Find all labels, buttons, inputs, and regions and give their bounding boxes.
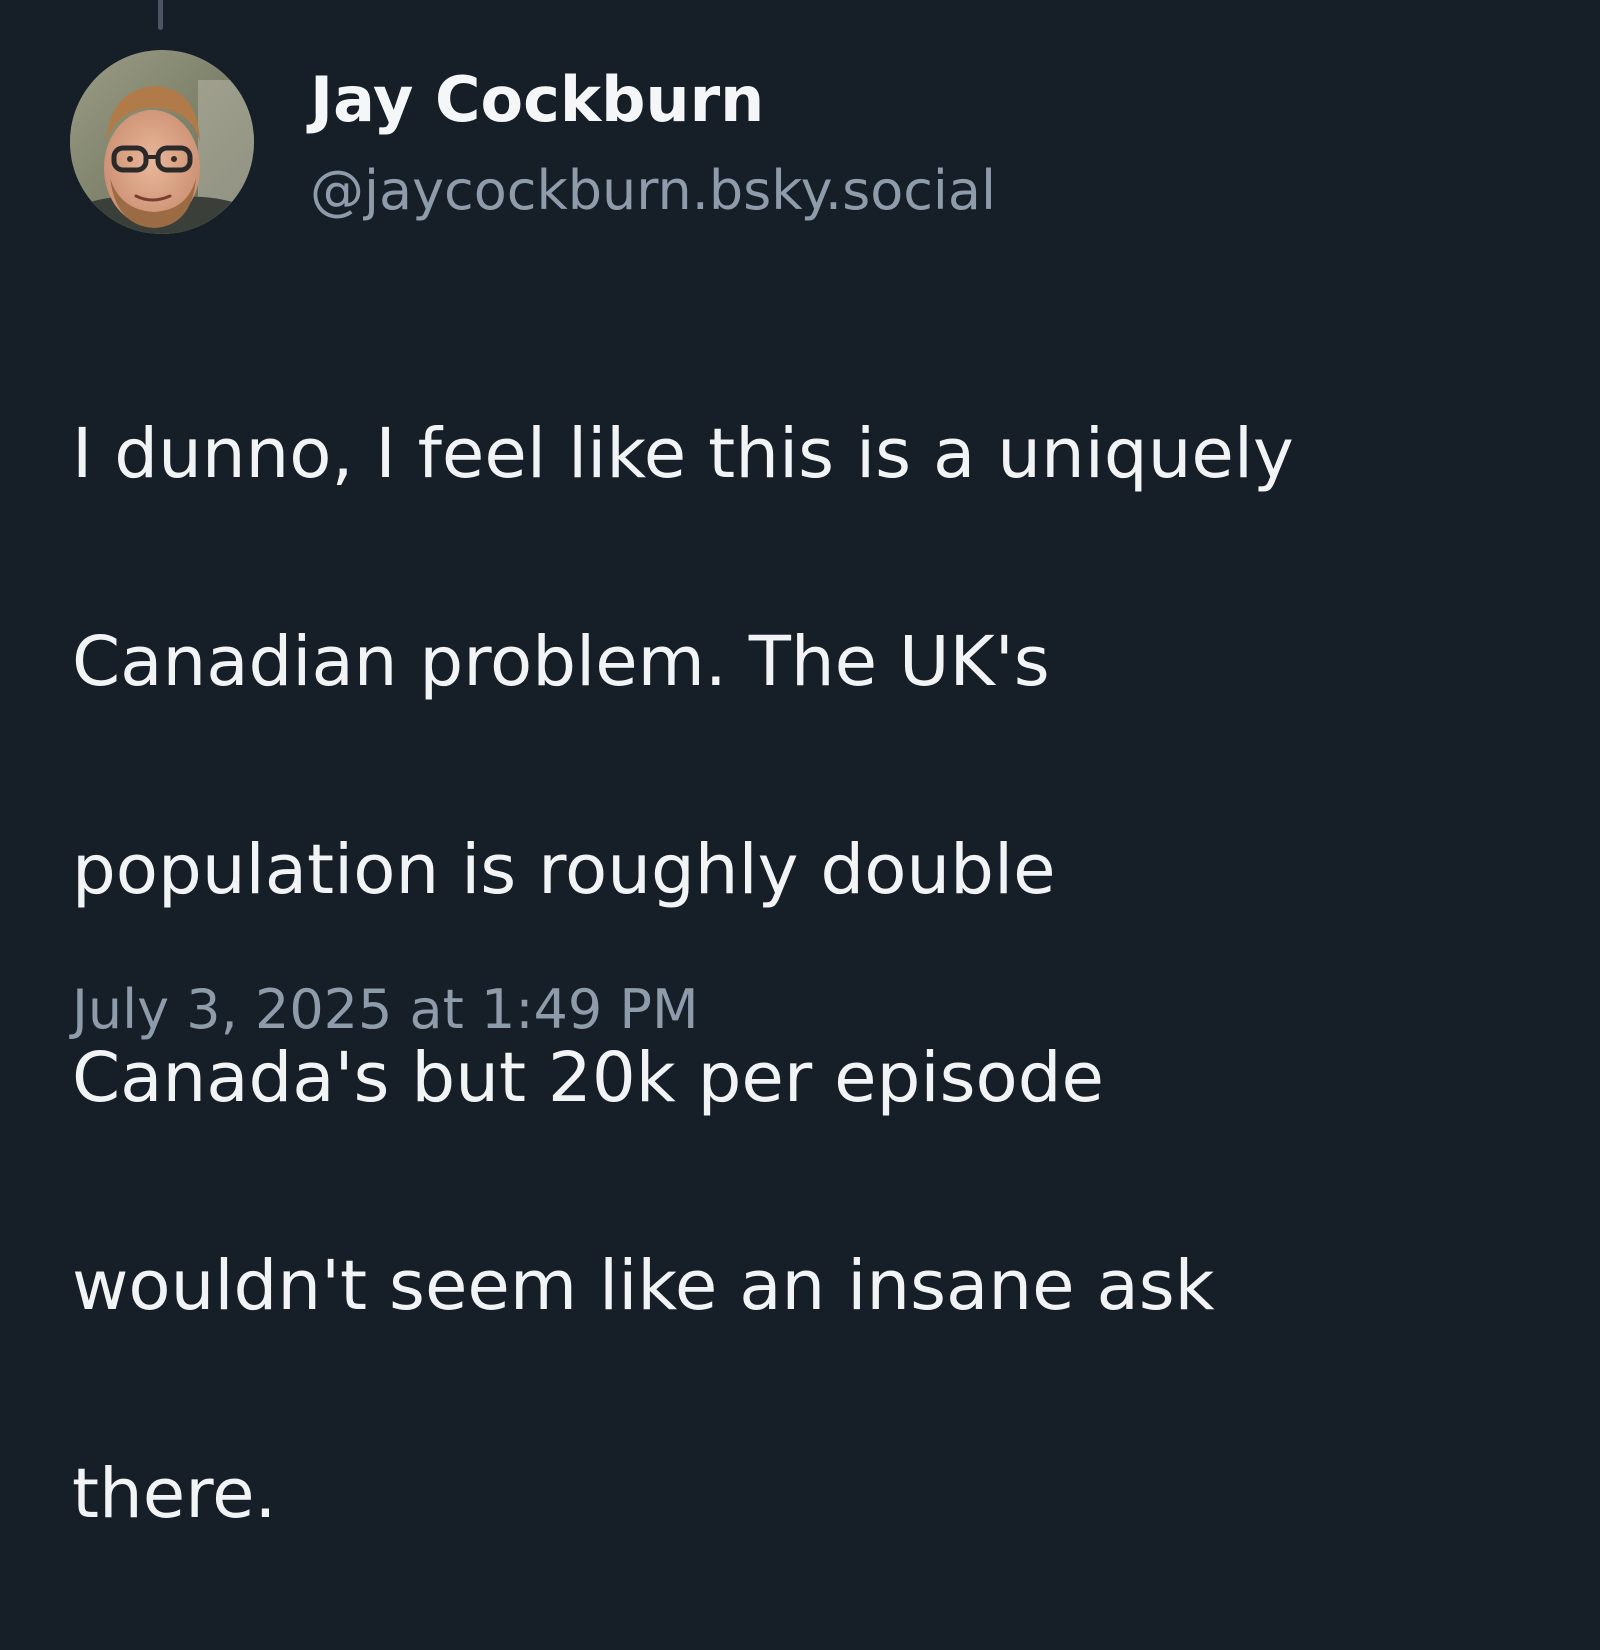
- user-avatar-photo-icon: [70, 50, 254, 234]
- author-display-name[interactable]: Jay Cockburn: [310, 60, 764, 140]
- thread-connector-line: [158, 0, 163, 30]
- post-card: Jay Cockburn @jaycockburn.bsky.social I …: [0, 0, 1600, 1534]
- avatar[interactable]: [70, 50, 254, 234]
- post-body-line: I dunno, I feel like this is a uniquely: [72, 414, 1294, 494]
- post-timestamp[interactable]: July 3, 2025 at 1:49 PM: [72, 975, 699, 1045]
- post-body-line: population is roughly double: [72, 830, 1056, 910]
- post-body-line: Canadian problem. The UK's: [72, 622, 1050, 702]
- author-handle[interactable]: @jaycockburn.bsky.social: [310, 156, 996, 226]
- post-body-line: wouldn't seem like an insane ask: [72, 1246, 1215, 1326]
- post-body: I dunno, I feel like this is a uniquely …: [72, 298, 1542, 1650]
- post-body-line: there.: [72, 1454, 277, 1534]
